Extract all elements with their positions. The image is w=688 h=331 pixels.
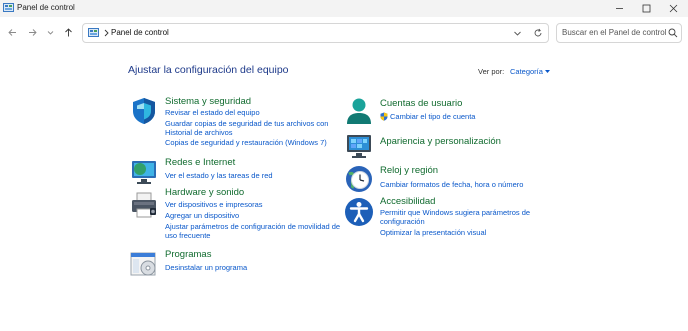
printer-icon[interactable] <box>129 190 159 220</box>
user-accounts-icon[interactable] <box>344 96 374 126</box>
minimize-icon <box>615 8 623 9</box>
category-title-appearance[interactable]: Apariencia y personalización <box>380 136 501 147</box>
programs-icon[interactable] <box>129 249 159 279</box>
category-title-accessibility[interactable]: Accesibilidad <box>380 196 435 207</box>
forward-arrow-icon <box>28 28 37 36</box>
category-title-network[interactable]: Redes e Internet <box>165 157 235 168</box>
appearance-monitor-icon[interactable] <box>344 130 374 160</box>
category-title-hardware-sound[interactable]: Hardware y sonido <box>165 187 244 198</box>
search-box[interactable]: Buscar en el Panel de control <box>556 23 682 43</box>
recent-locations-button[interactable] <box>43 25 57 39</box>
uac-shield-icon <box>380 112 388 121</box>
search-input[interactable]: Buscar en el Panel de control <box>562 28 667 37</box>
network-globe-icon[interactable] <box>129 156 159 186</box>
back-arrow-icon <box>7 28 16 36</box>
category-title-programs[interactable]: Programas <box>165 249 211 260</box>
link-optimize-display[interactable]: Optimizar la presentación visual <box>380 228 486 238</box>
maximize-icon <box>642 4 650 13</box>
maximize-button[interactable] <box>631 0 661 17</box>
link-change-date-formats[interactable]: Cambiar formatos de fecha, hora o número <box>380 180 523 190</box>
link-network-status[interactable]: Ver el estado y las tareas de red <box>165 171 273 181</box>
link-windows-suggest-settings-cont[interactable]: configuración <box>380 217 425 227</box>
link-uninstall-program[interactable]: Desinstalar un programa <box>165 263 247 273</box>
link-change-account-type[interactable]: Cambiar el tipo de cuenta <box>390 112 475 122</box>
link-devices-printers[interactable]: Ver dispositivos e impresoras <box>165 200 263 210</box>
link-backup-file-history-cont[interactable]: Historial de archivos <box>165 128 233 138</box>
refresh-icon[interactable] <box>533 28 543 38</box>
chevron-down-icon[interactable] <box>544 68 551 75</box>
category-title-clock-region[interactable]: Reloj y región <box>380 165 438 176</box>
breadcrumb-item[interactable]: Panel de control <box>111 28 169 37</box>
link-review-computer-status[interactable]: Revisar el estado del equipo <box>165 108 260 118</box>
link-add-device[interactable]: Agregar un dispositivo <box>165 211 239 221</box>
control-panel-icon <box>88 28 99 37</box>
clock-globe-icon[interactable] <box>344 164 374 194</box>
view-by-label: Ver por: <box>478 67 505 76</box>
control-panel-icon <box>3 3 14 12</box>
up-button[interactable] <box>61 25 75 39</box>
accessibility-icon[interactable] <box>344 197 374 227</box>
forward-button[interactable] <box>25 25 39 39</box>
search-icon[interactable] <box>668 28 678 38</box>
navigation-bar: Panel de control Buscar en el Panel de c… <box>0 17 688 50</box>
link-backup-restore-win7[interactable]: Copias de seguridad y restauración (Wind… <box>165 138 327 148</box>
back-button[interactable] <box>5 25 19 39</box>
minimize-button[interactable] <box>604 0 634 17</box>
recent-dropdown-icon <box>47 30 53 35</box>
title-bar: Panel de control <box>0 0 688 17</box>
breadcrumb-chevron-icon[interactable] <box>103 28 110 38</box>
shield-icon[interactable] <box>129 96 159 126</box>
address-dropdown-icon[interactable] <box>513 29 522 38</box>
category-title-user-accounts[interactable]: Cuentas de usuario <box>380 98 462 109</box>
address-bar[interactable]: Panel de control <box>82 23 549 43</box>
close-button[interactable] <box>658 0 688 17</box>
up-arrow-icon <box>64 27 72 36</box>
view-by-dropdown[interactable]: Categoría <box>510 67 543 76</box>
link-mobility-settings-cont[interactable]: uso frecuente <box>165 231 210 241</box>
category-title-system-security[interactable]: Sistema y seguridad <box>165 96 251 107</box>
close-icon <box>669 4 677 13</box>
page-heading: Ajustar la configuración del equipo <box>128 64 289 76</box>
window-title: Panel de control <box>17 3 75 12</box>
